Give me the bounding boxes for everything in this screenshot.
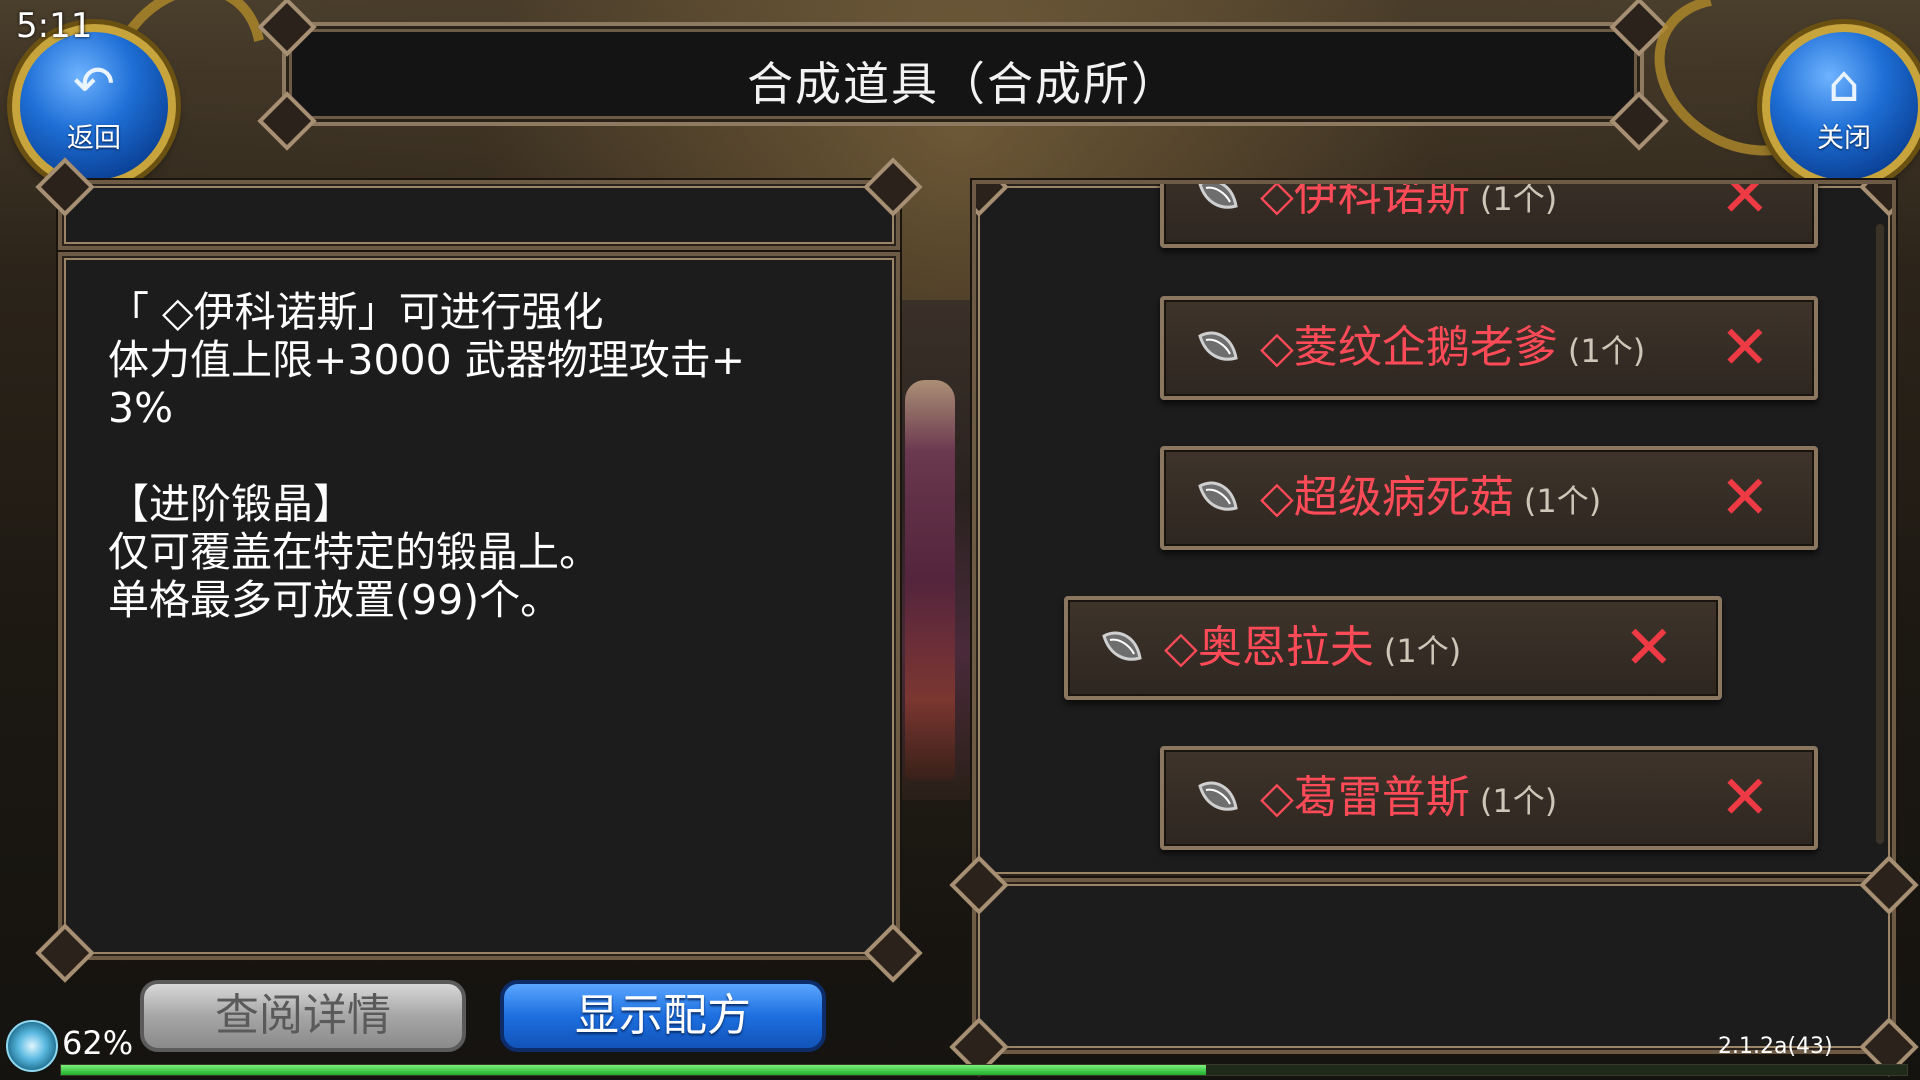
crystal-icon bbox=[1198, 781, 1238, 811]
list-scrollbar[interactable] bbox=[1876, 224, 1884, 844]
item-name: ◇菱纹企鹅老爹 bbox=[1260, 322, 1558, 373]
crystal-icon bbox=[1102, 631, 1142, 661]
crystal-icon bbox=[1198, 184, 1238, 209]
item-quantity: (1个) bbox=[1523, 482, 1602, 520]
remove-item-button[interactable]: ✕ bbox=[1624, 618, 1674, 678]
recipe-list[interactable]: ◇伊科诺斯 (1个) ✕ ◇菱纹企鹅老爹 (1个) ✕ ◇超级病死菇 (1个) ✕ bbox=[972, 180, 1896, 880]
close-button[interactable]: ⌂ 关闭 bbox=[1762, 24, 1920, 188]
item-quantity: (1个) bbox=[1479, 782, 1558, 820]
detail-header-frame bbox=[35, 157, 923, 250]
recipe-item-selected[interactable]: ◇奥恩拉夫 (1个) ✕ bbox=[1064, 596, 1722, 700]
frame-corner bbox=[976, 184, 1009, 217]
frame-corner bbox=[35, 923, 95, 983]
frame-corner bbox=[1859, 184, 1892, 217]
battery-orb-icon bbox=[6, 1020, 58, 1072]
remove-item-button[interactable]: ✕ bbox=[1720, 468, 1770, 528]
recipe-lower-frame bbox=[949, 855, 1919, 1077]
page-title: 合成道具（合成所） bbox=[747, 57, 1179, 111]
close-label: 关闭 bbox=[1817, 123, 1871, 154]
version-label: 2.1.2a(43) bbox=[1718, 1034, 1833, 1059]
frame-corner bbox=[863, 923, 923, 983]
show-recipe-button[interactable]: 显示配方 bbox=[500, 980, 826, 1052]
view-details-button[interactable]: 查阅详情 bbox=[140, 980, 466, 1052]
clock-time: 5:11 bbox=[16, 6, 93, 46]
back-button[interactable]: ↶ 返回 bbox=[12, 24, 176, 188]
recipe-item[interactable]: ◇菱纹企鹅老爹 (1个) ✕ bbox=[1160, 296, 1818, 400]
battery-percent: 62% bbox=[62, 1024, 134, 1062]
item-quantity: (1个) bbox=[1383, 632, 1462, 670]
remove-item-button[interactable]: ✕ bbox=[1720, 184, 1770, 226]
back-arrow-icon: ↶ bbox=[73, 55, 115, 113]
progress-bar bbox=[60, 1064, 1908, 1076]
progress-fill bbox=[61, 1065, 1206, 1075]
recipe-panel: ◇伊科诺斯 (1个) ✕ ◇菱纹企鹅老爹 (1个) ✕ ◇超级病死菇 (1个) ✕ bbox=[949, 180, 1919, 1077]
recipe-item[interactable]: ◇葛雷普斯 (1个) ✕ bbox=[1160, 746, 1818, 850]
remove-item-button[interactable]: ✕ bbox=[1720, 768, 1770, 828]
item-quantity: (1个) bbox=[1567, 332, 1646, 370]
detail-body-frame: 「 ◇伊科诺斯」可进行强化 体力值上限+3000 武器物理攻击+ 3% 【进阶锻… bbox=[35, 252, 923, 983]
crystal-icon bbox=[1198, 331, 1238, 361]
item-description: 「 ◇伊科诺斯」可进行强化 体力值上限+3000 武器物理攻击+ 3% 【进阶锻… bbox=[108, 288, 746, 624]
item-name: ◇奥恩拉夫 bbox=[1164, 622, 1374, 673]
game-screen: ↶ 返回 5:11 合成道具（合成所） ⌂ 关闭 「 ◇伊科诺斯」可进行强化 体… bbox=[0, 0, 1920, 1080]
item-name: ◇超级病死菇 bbox=[1260, 472, 1514, 523]
remove-item-button[interactable]: ✕ bbox=[1720, 318, 1770, 378]
item-quantity: (1个) bbox=[1479, 180, 1558, 218]
item-name: ◇伊科诺斯 bbox=[1260, 180, 1470, 221]
frame-corner bbox=[863, 157, 923, 217]
back-label: 返回 bbox=[67, 123, 121, 154]
crystal-icon bbox=[1198, 481, 1238, 511]
recipe-item[interactable]: ◇超级病死菇 (1个) ✕ bbox=[1160, 446, 1818, 550]
title-bar: 合成道具（合成所） bbox=[257, 0, 1669, 151]
item-name: ◇葛雷普斯 bbox=[1260, 772, 1470, 823]
home-icon: ⌂ bbox=[1828, 55, 1860, 113]
recipe-item[interactable]: ◇伊科诺斯 (1个) ✕ bbox=[1160, 180, 1818, 248]
npc-figure bbox=[905, 380, 955, 780]
item-detail-panel: 「 ◇伊科诺斯」可进行强化 体力值上限+3000 武器物理攻击+ 3% 【进阶锻… bbox=[35, 157, 923, 983]
